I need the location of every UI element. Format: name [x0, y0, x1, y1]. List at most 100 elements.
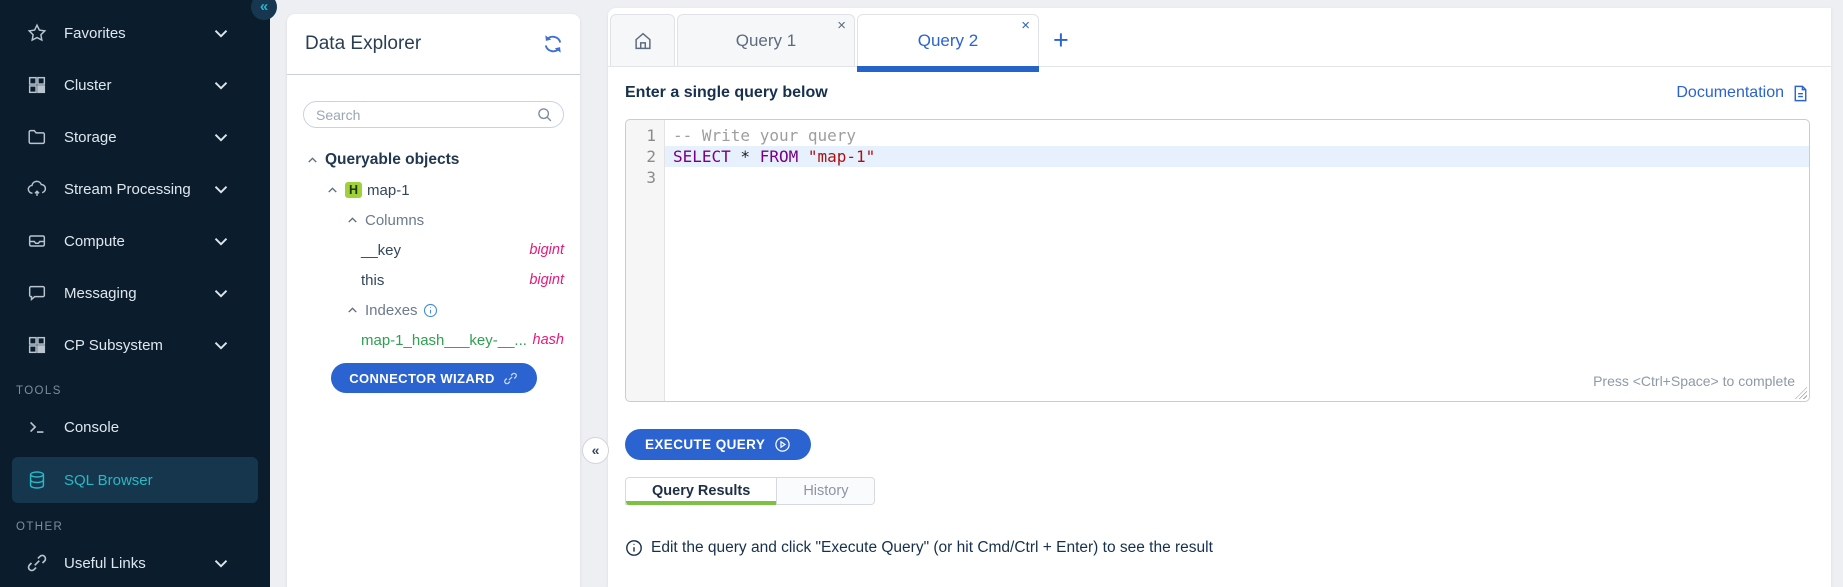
- column-type-label: bigint: [529, 272, 564, 288]
- tab-label: Query 2: [918, 31, 978, 51]
- chevron-down-icon: [210, 25, 232, 41]
- documentation-link[interactable]: Documentation: [1676, 84, 1810, 103]
- data-explorer-header: Data Explorer: [287, 14, 580, 75]
- sidebar-item-cp-subsystem[interactable]: CP Subsystem: [12, 323, 258, 367]
- sidebar-item-compute[interactable]: Compute: [12, 219, 258, 263]
- info-icon: [625, 539, 643, 557]
- execute-query-button[interactable]: EXECUTE QUERY: [625, 429, 811, 460]
- refresh-icon[interactable]: [542, 33, 564, 55]
- column-type-label: hash: [533, 332, 564, 348]
- line-number: 2: [626, 146, 664, 167]
- sidebar-item-console[interactable]: Console: [12, 405, 258, 449]
- editor-lines: 1 -- Write your query 2 SELECT * FROM "m…: [626, 125, 1809, 188]
- grid-icon: [26, 334, 48, 356]
- connector-wizard-label: CONNECTOR WIZARD: [349, 371, 495, 386]
- home-tab[interactable]: [610, 14, 675, 66]
- sidebar-item-storage[interactable]: Storage: [12, 115, 258, 159]
- chevron-down-icon: [210, 181, 232, 197]
- sidebar-item-label: CP Subsystem: [64, 337, 163, 354]
- results-tab-bar: Query Results History: [625, 477, 1810, 505]
- sidebar-item-label: Storage: [64, 129, 117, 146]
- tree-row-map-1[interactable]: H map-1: [287, 175, 580, 205]
- editor-line: 1 -- Write your query: [626, 125, 1809, 146]
- tab-query-1[interactable]: Query 1 ×: [677, 14, 855, 66]
- chevron-down-icon: [210, 555, 232, 571]
- editor-line: 2 SELECT * FROM "map-1": [626, 146, 1809, 167]
- editor-resize-handle[interactable]: [1795, 387, 1807, 399]
- tree-row-this[interactable]: this bigint: [287, 265, 580, 295]
- hazelcast-map-badge: H: [345, 182, 362, 198]
- tab-query-2[interactable]: Query 2 ×: [857, 14, 1039, 66]
- documentation-label: Documentation: [1676, 84, 1784, 102]
- result-tab-label: Query Results: [652, 483, 750, 499]
- tree-row--key[interactable]: __key bigint: [287, 235, 580, 265]
- sidebar-nav: Favorites Cluster Storage Stream Process…: [0, 11, 270, 585]
- line-number: 1: [626, 125, 664, 146]
- chevron-down-icon: [210, 129, 232, 145]
- stream-cloud-icon: [26, 178, 48, 200]
- sidebar-item-label: Console: [64, 419, 119, 436]
- grid-icon: [26, 74, 48, 96]
- query-heading: Enter a single query below: [625, 84, 828, 102]
- chevron-up-icon: [305, 153, 320, 168]
- chevron-up-icon: [345, 303, 360, 318]
- chevron-down-icon: [210, 285, 232, 301]
- database-icon: [26, 469, 48, 491]
- play-icon: [774, 436, 791, 453]
- sidebar-item-label: Useful Links: [64, 555, 146, 572]
- star-icon: [26, 22, 48, 44]
- query-tab-bar: Query 1 × Query 2 × +: [608, 8, 1831, 67]
- line-number: 3: [626, 167, 664, 188]
- result-tab-history[interactable]: History: [777, 477, 875, 505]
- code-text: SELECT * FROM "map-1": [664, 146, 1809, 167]
- sidebar-item-messaging[interactable]: Messaging: [12, 271, 258, 315]
- result-tab-query-results[interactable]: Query Results: [625, 477, 777, 505]
- query-editor-section: Enter a single query below Documentation…: [608, 67, 1831, 557]
- tree-row-label: Queryable objects: [325, 151, 459, 169]
- tree-row-map-1-hash-key-[interactable]: map-1_hash___key-__... hash: [287, 325, 580, 355]
- chevron-down-icon: [210, 337, 232, 353]
- code-text: -- Write your query: [664, 125, 1809, 146]
- sql-browser-main-panel: Query 1 × Query 2 × + Enter a single que…: [608, 8, 1831, 587]
- panel-collapse-handle[interactable]: «: [582, 437, 609, 464]
- sidebar-item-sql-browser[interactable]: SQL Browser: [12, 457, 258, 503]
- chevron-up-icon: [325, 183, 340, 198]
- chevron-up-icon: [345, 213, 360, 228]
- execute-query-label: EXECUTE QUERY: [645, 437, 765, 452]
- sql-code-editor[interactable]: 1 -- Write your query 2 SELECT * FROM "m…: [625, 119, 1810, 402]
- tree-row-indexes[interactable]: Indexes: [287, 295, 580, 325]
- search-input[interactable]: [316, 107, 536, 123]
- sidebar-item-favorites[interactable]: Favorites: [12, 11, 258, 55]
- sidebar-collapse-button[interactable]: «: [251, 0, 277, 20]
- data-explorer-title: Data Explorer: [305, 33, 421, 55]
- tree-row-label: __key: [361, 242, 401, 259]
- sidebar-item-label: Messaging: [64, 285, 137, 302]
- sidebar-item-cluster[interactable]: Cluster: [12, 63, 258, 107]
- autocomplete-hint: Press <Ctrl+Space> to complete: [1593, 373, 1795, 389]
- close-tab-icon[interactable]: ×: [837, 18, 846, 33]
- chat-bubble-icon: [26, 282, 48, 304]
- link-icon: [503, 371, 518, 386]
- sidebar-section-label: OTHER: [0, 511, 270, 541]
- add-query-tab-button[interactable]: +: [1053, 27, 1069, 54]
- query-header-row: Enter a single query below Documentation: [625, 67, 1810, 119]
- sidebar-item-label: Compute: [64, 233, 125, 250]
- document-icon: [1791, 84, 1810, 103]
- connector-wizard-button[interactable]: CONNECTOR WIZARD: [331, 363, 537, 393]
- tab-label: Query 1: [736, 31, 796, 51]
- search-icon[interactable]: [536, 106, 553, 123]
- sidebar-item-stream-processing[interactable]: Stream Processing: [12, 167, 258, 211]
- tree-row-columns[interactable]: Columns: [287, 205, 580, 235]
- terminal-icon: [26, 416, 48, 438]
- tree-row-queryable-objects[interactable]: Queryable objects: [287, 145, 580, 175]
- sidebar: « Favorites Cluster Storage Stream Proce…: [0, 0, 270, 587]
- info-text: Edit the query and click "Execute Query"…: [651, 539, 1213, 557]
- folder-icon: [26, 126, 48, 148]
- tree-row-label: Indexes: [365, 302, 418, 319]
- tree-row-label: map-1: [367, 182, 410, 199]
- search-box: [303, 101, 564, 128]
- sidebar-item-useful-links[interactable]: Useful Links: [12, 541, 258, 585]
- close-tab-icon[interactable]: ×: [1021, 18, 1030, 33]
- tree-row-label: map-1_hash___key-__...: [361, 332, 527, 349]
- editor-line: 3: [626, 167, 1809, 188]
